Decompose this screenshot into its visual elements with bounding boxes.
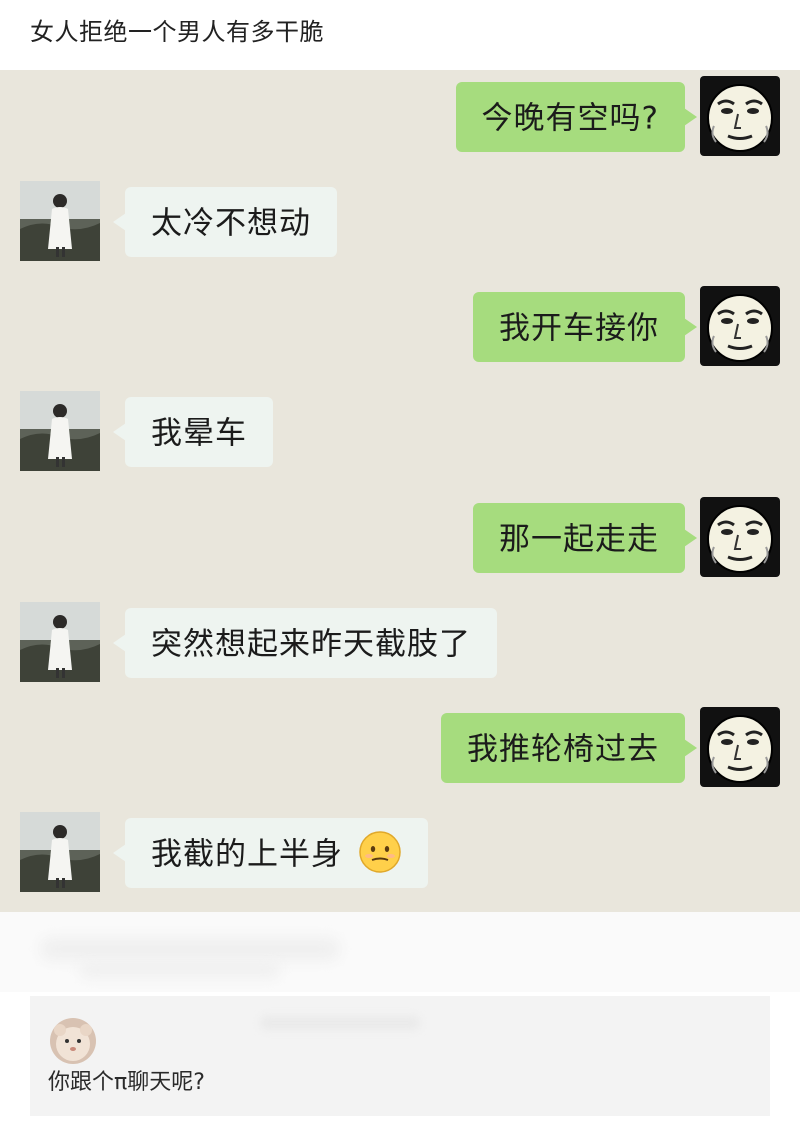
meme-face-avatar-icon[interactable] — [700, 286, 780, 366]
chat-message: 我推轮椅过去 — [0, 707, 800, 789]
her-message-bubble: 突然想起来昨天截肢了 — [113, 608, 497, 678]
meme-face-avatar-icon[interactable] — [700, 76, 780, 156]
blur-smudge — [80, 962, 280, 978]
girl-photo-avatar-icon[interactable] — [20, 602, 100, 682]
chat-message: 我开车接你 — [0, 286, 800, 368]
comment-card[interactable]: 你跟个π聊天呢? — [30, 996, 770, 1116]
user-avatar-icon[interactable] — [50, 1018, 96, 1064]
message-text: 我晕车 — [151, 415, 247, 452]
blur-smudge — [40, 937, 340, 961]
chat-message: 我截的上半身 — [0, 812, 800, 894]
chat-message: 我晕车 — [0, 391, 800, 473]
post-title: 女人拒绝一个男人有多干脆 — [30, 18, 324, 46]
chat-message: 那一起走走 — [0, 497, 800, 579]
message-text: 那一起走走 — [499, 521, 659, 558]
my-message-bubble: 我推轮椅过去 — [441, 713, 697, 783]
blurred-username — [260, 1016, 420, 1030]
awkward-smile-emoji-icon — [358, 830, 402, 874]
her-message-bubble: 我晕车 — [113, 397, 273, 467]
message-text: 突然想起来昨天截肢了 — [151, 626, 471, 663]
my-message-bubble: 我开车接你 — [473, 292, 697, 362]
chat-message: 今晚有空吗? — [0, 76, 800, 158]
message-text: 我截的上半身 — [151, 836, 343, 873]
her-message-bubble: 太冷不想动 — [113, 187, 337, 257]
my-message-bubble: 那一起走走 — [473, 503, 697, 573]
chat-message: 太冷不想动 — [0, 181, 800, 263]
meme-face-avatar-icon[interactable] — [700, 707, 780, 787]
girl-photo-avatar-icon[interactable] — [20, 391, 100, 471]
blurred-area — [0, 912, 800, 992]
meme-face-avatar-icon[interactable] — [700, 497, 780, 577]
message-text: 我开车接你 — [499, 310, 659, 347]
my-message-bubble: 今晚有空吗? — [455, 82, 698, 152]
message-text: 我推轮椅过去 — [467, 731, 659, 768]
message-text: 太冷不想动 — [151, 205, 311, 242]
chat-screenshot: 今晚有空吗? 太冷不想动 我开车接你 我晕车 那一起走走 突然想起来昨天截肢了 — [0, 70, 800, 912]
message-text: 今晚有空吗? — [481, 100, 659, 137]
her-message-bubble: 我截的上半身 — [113, 818, 428, 888]
girl-photo-avatar-icon[interactable] — [20, 181, 100, 261]
comment-text: 你跟个π聊天呢? — [48, 1070, 205, 1095]
chat-message: 突然想起来昨天截肢了 — [0, 602, 800, 684]
girl-photo-avatar-icon[interactable] — [20, 812, 100, 892]
